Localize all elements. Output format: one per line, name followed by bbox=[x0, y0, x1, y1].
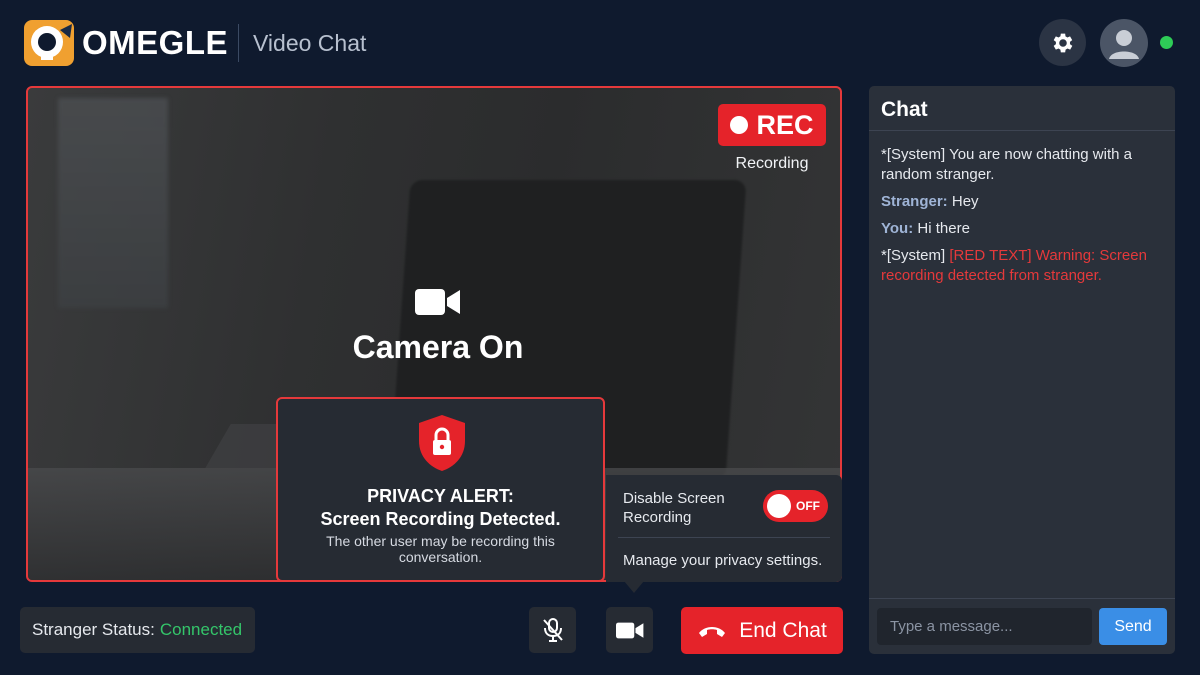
chat-message-you: You: Hi there bbox=[881, 219, 1166, 239]
mute-microphone-button[interactable] bbox=[529, 607, 576, 653]
omegle-logo-icon bbox=[24, 20, 74, 66]
chat-message-stranger: Stranger: Hey bbox=[881, 192, 1166, 212]
chat-footer-divider bbox=[869, 598, 1175, 599]
toggle-camera-button[interactable] bbox=[606, 607, 653, 653]
message-sender: Stranger: bbox=[881, 193, 948, 210]
message-sender: You: bbox=[881, 220, 914, 237]
toggle-knob bbox=[767, 494, 791, 518]
chat-message-input[interactable] bbox=[877, 608, 1092, 645]
stranger-status-value: Connected bbox=[159, 620, 243, 639]
background-window bbox=[58, 98, 168, 308]
chat-panel: Chat *[System] You are now chatting with… bbox=[869, 86, 1175, 654]
gear-icon bbox=[1053, 33, 1072, 52]
toggle-state-label: OFF bbox=[796, 499, 820, 513]
online-status-dot bbox=[1160, 36, 1173, 49]
disable-screen-recording-label: Disable Screen Recording bbox=[623, 490, 725, 526]
chat-log: *[System] You are now chatting with a ra… bbox=[881, 145, 1166, 293]
stranger-status: Stranger Status: Connected bbox=[20, 607, 255, 653]
page-subtitle: Video Chat bbox=[253, 30, 367, 56]
popover-arrow bbox=[624, 581, 644, 593]
record-dot-icon bbox=[730, 116, 749, 134]
shield-lock-icon bbox=[419, 415, 465, 471]
privacy-alert-body: The other user may be recording this con… bbox=[326, 533, 555, 565]
phone-hangup-icon bbox=[699, 626, 726, 637]
chat-title: Chat bbox=[881, 98, 928, 121]
brand-name: OMEGLE bbox=[82, 24, 229, 61]
privacy-alert-title-line2: Screen Recording Detected. bbox=[320, 509, 561, 529]
recording-caption: Recording bbox=[735, 155, 809, 172]
settings-divider bbox=[618, 537, 830, 538]
privacy-alert-title-line1: PRIVACY ALERT: bbox=[367, 486, 514, 506]
disable-recording-toggle[interactable]: OFF bbox=[763, 490, 828, 522]
message-prefix: *[System] bbox=[881, 247, 946, 264]
mic-off-icon bbox=[542, 618, 563, 642]
chat-message-warning: *[System] [RED TEXT] Warning: Screen rec… bbox=[881, 246, 1166, 286]
chat-message-system: *[System] You are now chatting with a ra… bbox=[881, 145, 1166, 185]
message-text: Hey bbox=[951, 193, 979, 210]
message-text: Hi there bbox=[917, 220, 970, 237]
user-avatar-icon bbox=[1109, 30, 1139, 59]
message-text: *[System] You are now chatting with a ra… bbox=[881, 146, 1132, 183]
video-camera-icon bbox=[615, 622, 643, 638]
screen-recording-settings: Disable Screen Recording OFF Manage your… bbox=[606, 475, 842, 582]
top-bar: OMEGLE Video Chat bbox=[0, 0, 1200, 84]
privacy-alert-title: PRIVACY ALERT: Screen Recording Detected… bbox=[278, 485, 603, 531]
stranger-status-label: Stranger Status: bbox=[32, 620, 155, 639]
camera-status-label: Camera On bbox=[352, 329, 524, 365]
end-chat-label: End Chat bbox=[739, 618, 827, 642]
video-camera-icon bbox=[415, 289, 460, 315]
user-avatar[interactable] bbox=[1100, 19, 1148, 67]
end-chat-button[interactable]: End Chat bbox=[681, 607, 843, 654]
brand-divider bbox=[238, 24, 239, 62]
manage-privacy-link[interactable]: Manage your privacy settings. bbox=[623, 552, 822, 569]
privacy-alert: PRIVACY ALERT: Screen Recording Detected… bbox=[276, 397, 605, 582]
rec-badge: REC bbox=[718, 104, 826, 146]
rec-badge-label: REC bbox=[756, 109, 814, 140]
settings-button[interactable] bbox=[1039, 19, 1086, 66]
chat-header: Chat bbox=[869, 86, 1175, 131]
send-button[interactable]: Send bbox=[1099, 608, 1167, 645]
